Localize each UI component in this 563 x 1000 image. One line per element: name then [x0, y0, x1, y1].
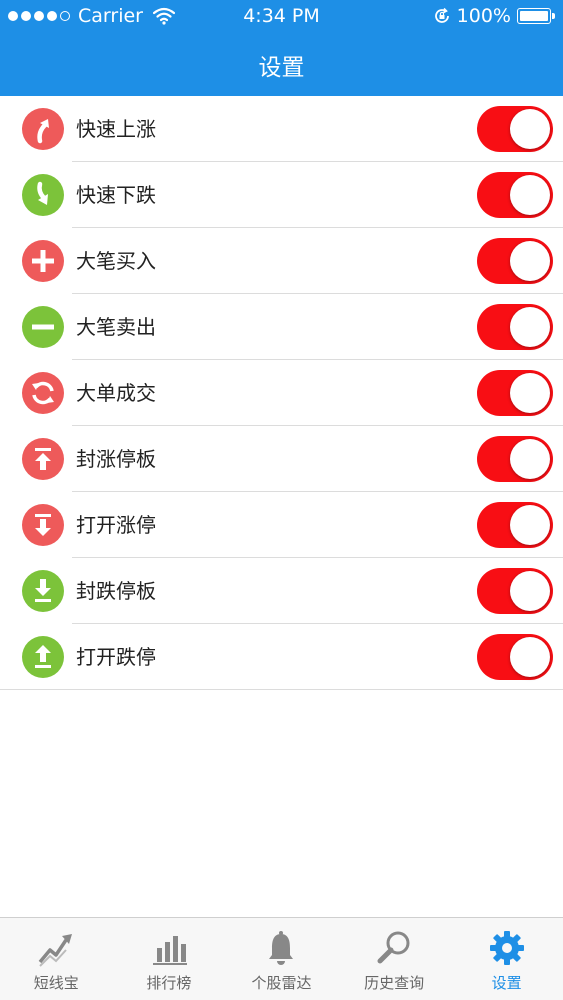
- setting-label: 大笔卖出: [76, 315, 156, 339]
- tab-history-query[interactable]: 历史查询: [338, 918, 451, 1000]
- setting-row-large-buy: 大笔买入: [0, 228, 563, 294]
- setting-row-limit-up-opened: 打开涨停: [0, 492, 563, 558]
- orientation-lock-icon: [434, 7, 449, 23]
- setting-label: 大笔买入: [76, 249, 156, 273]
- trend-chart-icon: [38, 934, 73, 967]
- gear-icon: [489, 931, 524, 965]
- refresh-icon: [22, 372, 64, 414]
- arrow-up-to-bar-icon: [22, 438, 64, 480]
- tab-short-term[interactable]: 短线宝: [0, 918, 113, 1000]
- toggle-switch[interactable]: [477, 436, 553, 482]
- arrow-down-to-bar-icon: [22, 570, 64, 612]
- bar-chart-icon: [152, 936, 187, 965]
- setting-label: 打开跌停: [76, 645, 156, 669]
- status-right: 100%: [433, 5, 555, 27]
- setting-row-rapid-rise: 快速上涨: [0, 96, 563, 162]
- minus-icon: [22, 306, 64, 348]
- search-icon: [377, 931, 410, 964]
- toggle-switch[interactable]: [477, 106, 553, 152]
- tab-label: 个股雷达: [251, 974, 312, 992]
- plus-icon: [22, 240, 64, 282]
- battery-percent: 100%: [456, 5, 511, 27]
- toggle-switch[interactable]: [477, 172, 553, 218]
- tab-settings[interactable]: 设置: [450, 918, 563, 1000]
- tab-label: 设置: [491, 974, 522, 992]
- tab-ranking[interactable]: 排行榜: [113, 918, 226, 1000]
- setting-row-limit-down-opened: 打开跌停: [0, 624, 563, 690]
- setting-label: 快速上涨: [76, 117, 156, 141]
- tab-label: 短线宝: [33, 974, 79, 992]
- setting-row-large-sell: 大笔卖出: [0, 294, 563, 360]
- setting-row-limit-down-sealed: 封跌停板: [0, 558, 563, 624]
- arrow-up-from-bar-icon: [22, 636, 64, 678]
- page-title: 设置: [258, 55, 305, 81]
- toggle-switch[interactable]: [477, 238, 553, 284]
- setting-label: 打开涨停: [76, 513, 156, 537]
- setting-row-rapid-fall: 快速下跌: [0, 162, 563, 228]
- toggle-switch[interactable]: [477, 370, 553, 416]
- bell-icon: [269, 931, 294, 965]
- toggle-switch[interactable]: [477, 568, 553, 614]
- arrow-down-from-bar-icon: [22, 504, 64, 546]
- battery-icon: [517, 8, 555, 24]
- nav-bar: 设置: [0, 34, 563, 96]
- tab-bar: 短线宝 排行榜 个股雷达 历史查询 设置: [0, 917, 563, 1000]
- settings-list: 快速上涨 快速下跌 大笔买入 大笔卖出 大单成交 封涨停板 打开涨停 封跌停板 …: [0, 96, 563, 690]
- curved-arrow-down-icon: [22, 174, 64, 216]
- setting-label: 封涨停板: [76, 447, 156, 471]
- tab-stock-radar[interactable]: 个股雷达: [225, 918, 338, 1000]
- tab-label: 历史查询: [364, 974, 425, 992]
- tab-label: 排行榜: [146, 974, 192, 992]
- setting-row-limit-up-sealed: 封涨停板: [0, 426, 563, 492]
- toggle-switch[interactable]: [477, 634, 553, 680]
- setting-label: 封跌停板: [76, 579, 156, 603]
- setting-row-large-deal: 大单成交: [0, 360, 563, 426]
- setting-label: 大单成交: [76, 381, 156, 405]
- toggle-switch[interactable]: [477, 304, 553, 350]
- toggle-switch[interactable]: [477, 502, 553, 548]
- setting-label: 快速下跌: [76, 183, 156, 207]
- curved-arrow-up-icon: [22, 108, 64, 150]
- status-bar: Carrier 4:34 PM 100%: [0, 0, 563, 34]
